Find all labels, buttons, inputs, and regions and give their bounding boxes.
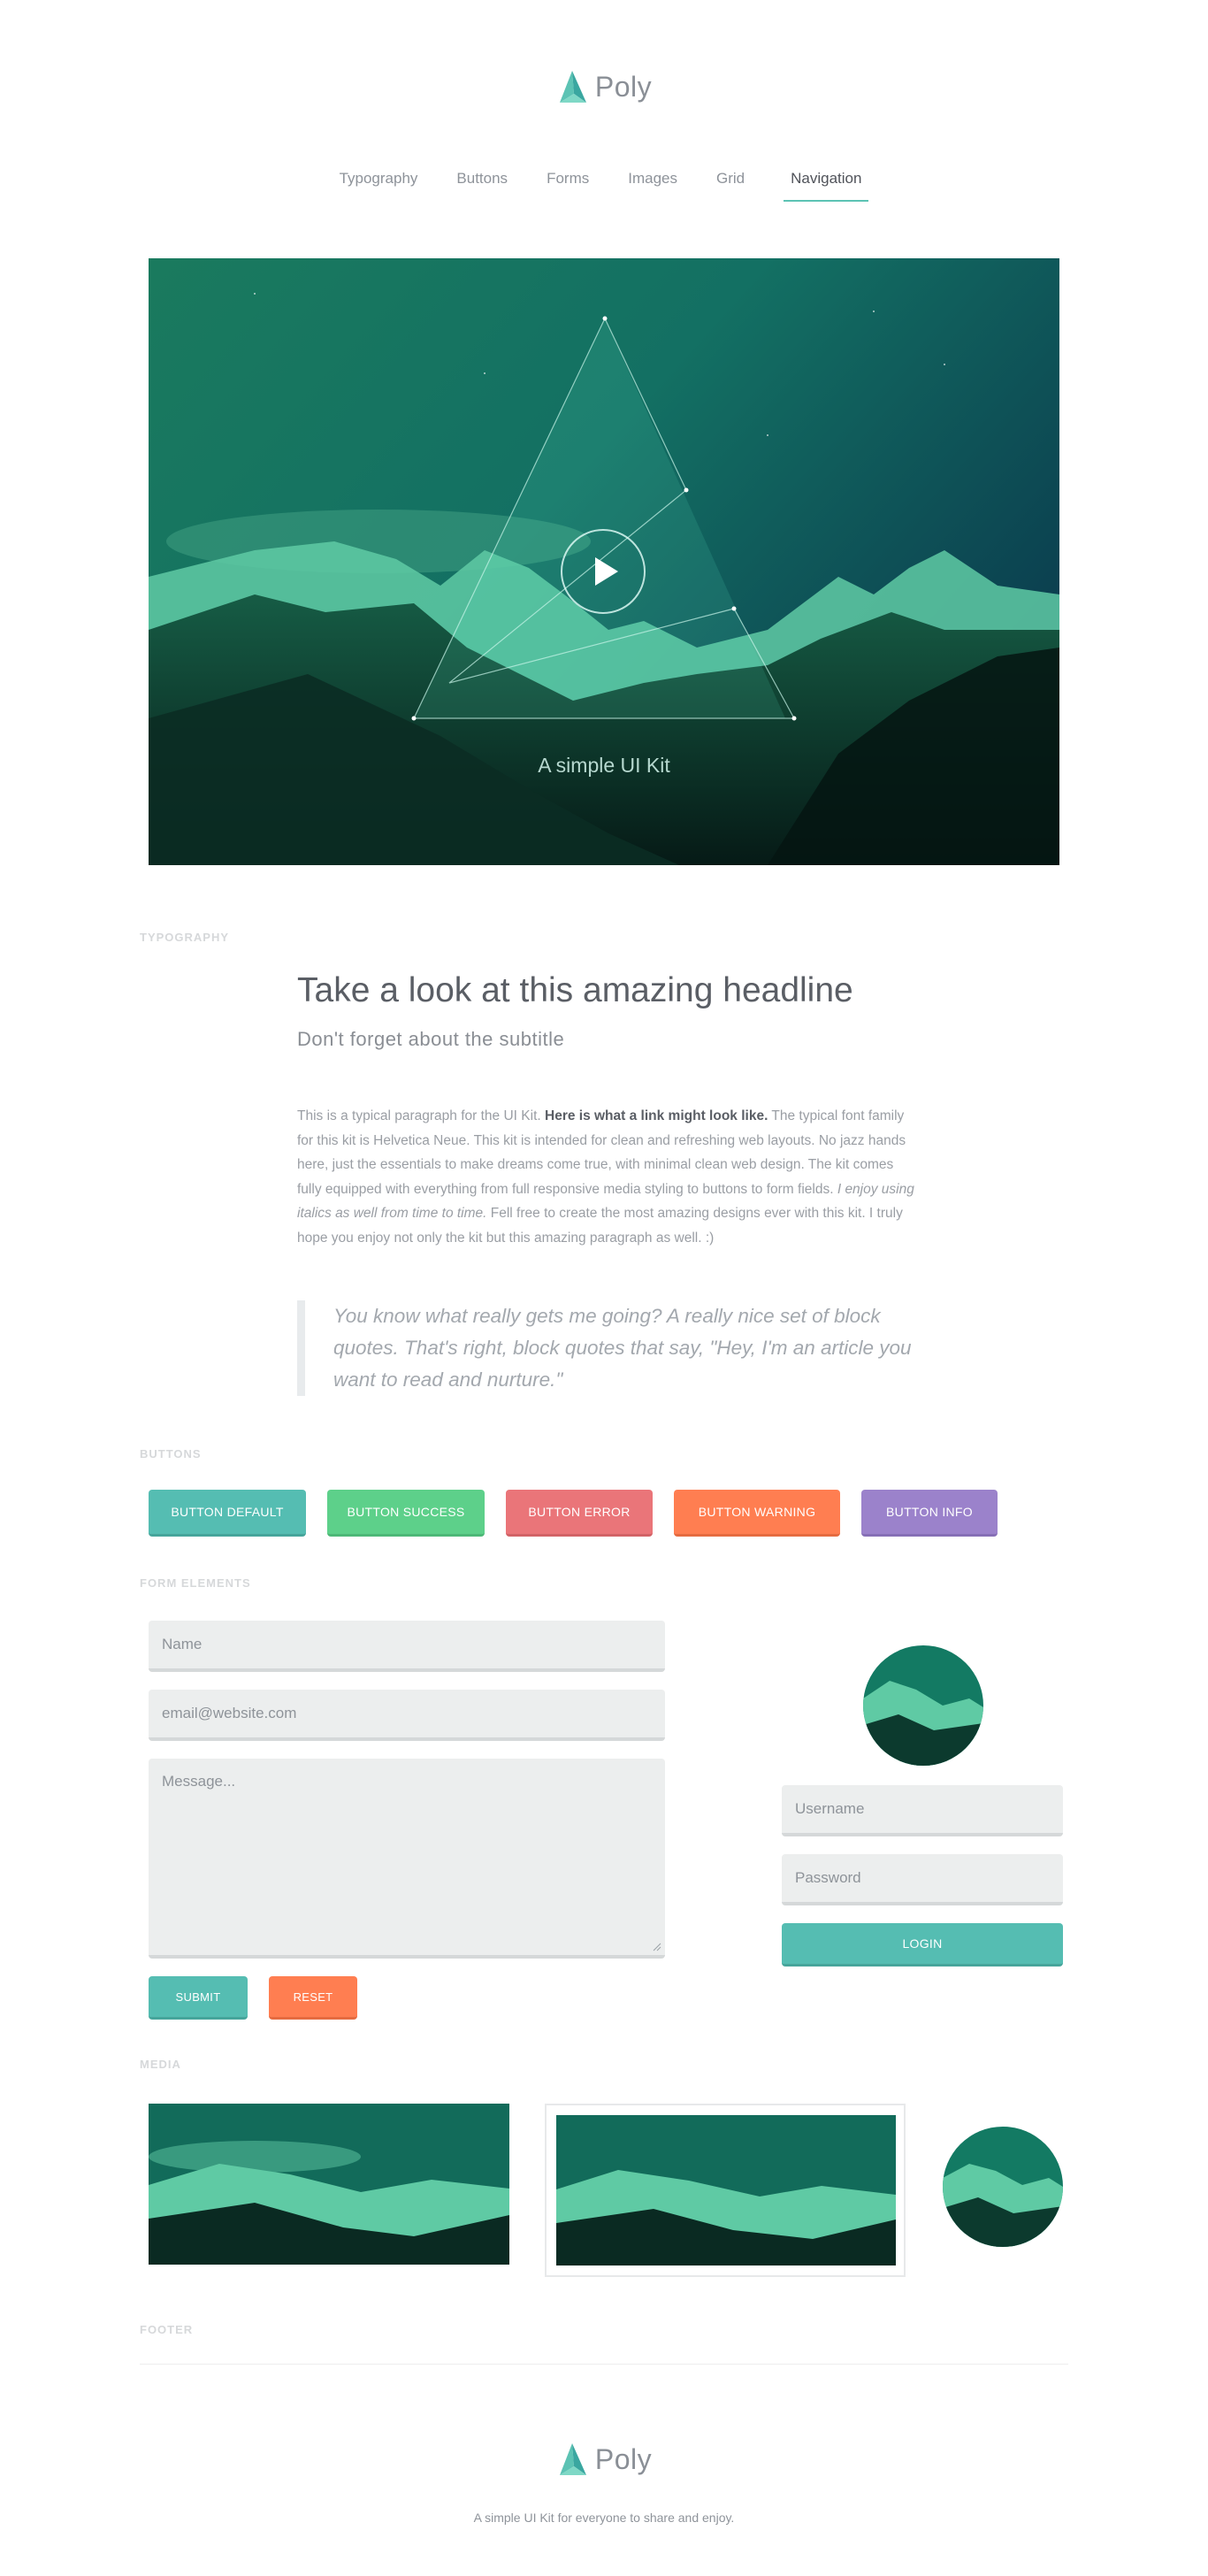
button-default[interactable]: BUTTON DEFAULT [149, 1490, 306, 1537]
section-label-footer: FOOTER [140, 2323, 194, 2336]
headline: Take a look at this amazing headline [297, 971, 853, 1009]
nav-item-grid[interactable]: Grid [716, 170, 745, 202]
media-framed-mountain-image [556, 2115, 896, 2266]
subtitle: Don't forget about the subtitle [297, 1028, 565, 1050]
logo-text: Poly [594, 70, 653, 103]
message-placeholder: Message... [162, 1773, 236, 1790]
header-logo[interactable]: Poly [0, 69, 1208, 104]
password-field[interactable]: Password [782, 1854, 1063, 1905]
poly-logo-icon [559, 2443, 586, 2475]
button-error[interactable]: BUTTON ERROR [506, 1490, 653, 1537]
name-field[interactable]: Name [149, 1621, 665, 1672]
play-icon [595, 557, 618, 586]
hero-banner: A simple UI Kit [149, 258, 1059, 865]
para-text-1: This is a typical paragraph for the UI K… [297, 1108, 541, 1123]
login-button[interactable]: LOGIN [782, 1923, 1063, 1966]
body-paragraph: This is a typical paragraph for the UI K… [297, 1104, 916, 1250]
media-mountain-image [149, 2104, 509, 2265]
media-image-framed [545, 2104, 906, 2277]
media-circle-mountain-image [943, 2127, 1063, 2247]
blockquote: You know what really gets me going? A re… [297, 1300, 935, 1396]
section-label-typography: TYPOGRAPHY [140, 931, 230, 944]
footer-divider [140, 2364, 1068, 2365]
media-image-plain [149, 2104, 509, 2265]
para-link[interactable]: Here is what a link might look like. [545, 1108, 768, 1123]
button-info[interactable]: BUTTON INFO [861, 1490, 998, 1537]
nav-item-forms[interactable]: Forms [547, 170, 589, 202]
email-field[interactable]: email@website.com [149, 1690, 665, 1741]
play-button[interactable] [561, 529, 646, 614]
footer-logo[interactable]: Poly [0, 2442, 1208, 2477]
footer-tagline: A simple UI Kit for everyone to share an… [473, 2511, 735, 2525]
avatar-image [863, 1645, 983, 1766]
login-avatar [863, 1645, 983, 1766]
poly-logo-icon [559, 71, 586, 103]
hero-caption: A simple UI Kit [538, 754, 670, 777]
section-label-media: MEDIA [140, 2058, 181, 2071]
submit-button[interactable]: SUBMIT [149, 1976, 248, 2020]
media-image-circle [943, 2127, 1063, 2247]
main-nav: Typography Buttons Forms Images Grid Nav… [0, 170, 1208, 202]
reset-button[interactable]: RESET [269, 1976, 357, 2020]
resize-handle-icon[interactable] [653, 1943, 661, 1951]
button-success[interactable]: BUTTON SUCCESS [327, 1490, 485, 1537]
nav-item-typography[interactable]: Typography [340, 170, 418, 202]
section-label-buttons: BUTTONS [140, 1447, 202, 1460]
username-field[interactable]: Username [782, 1785, 1063, 1836]
nav-item-navigation[interactable]: Navigation [784, 170, 869, 202]
button-warning[interactable]: BUTTON WARNING [674, 1490, 840, 1537]
nav-item-buttons[interactable]: Buttons [456, 170, 508, 202]
section-label-forms: FORM ELEMENTS [140, 1576, 251, 1590]
message-field[interactable]: Message... [149, 1759, 665, 1959]
nav-item-images[interactable]: Images [628, 170, 677, 202]
footer-logo-text: Poly [594, 2442, 653, 2475]
